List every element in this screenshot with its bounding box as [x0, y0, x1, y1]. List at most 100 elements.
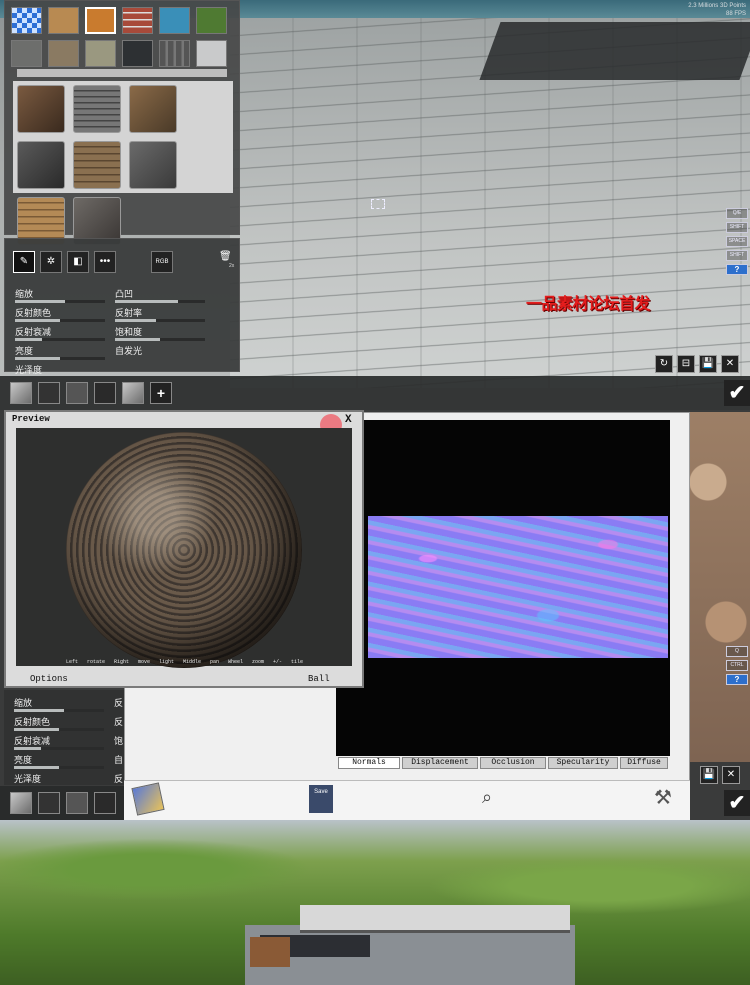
- stone-wall-backdrop: [690, 412, 750, 762]
- reflection-color-slider[interactable]: [15, 319, 105, 322]
- crosshair-icon: [371, 199, 385, 209]
- material-sphere: [66, 432, 302, 668]
- scale-slider[interactable]: [14, 709, 104, 712]
- reflection-color-slider[interactable]: [14, 728, 104, 731]
- hint-key: CTRL: [726, 660, 748, 671]
- material-swatch-orange[interactable]: [85, 7, 116, 34]
- options-button[interactable]: Options: [30, 674, 68, 684]
- param-label: 反射率: [115, 308, 143, 318]
- rgb-button[interactable]: RGB: [151, 251, 173, 273]
- tab-normals[interactable]: Normals: [338, 757, 400, 769]
- hint-key: Q: [726, 646, 748, 657]
- cube-icon[interactable]: [10, 382, 32, 404]
- reflection-falloff-slider[interactable]: [15, 338, 105, 341]
- shape-icon[interactable]: [94, 382, 116, 404]
- param-label: 缩放: [14, 698, 33, 708]
- preview-controls-hint: Left rotate Right move light Middle pan …: [66, 659, 304, 665]
- wave-icon[interactable]: [66, 382, 88, 404]
- material-parameters-panel-partial: 缩放 反射颜色 反射衰减 亮度 光泽度 反 反 饱 自 反: [4, 690, 124, 785]
- open-folder-icon[interactable]: [131, 782, 165, 816]
- viewport-3d-top[interactable]: 2.3 Millions 3D Points 88 FPS Q/E SHIFT …: [0, 0, 750, 410]
- confirm-button[interactable]: ✔: [724, 380, 750, 406]
- material-swatch-gravel[interactable]: [48, 40, 79, 67]
- tab-displacement[interactable]: Displacement: [402, 757, 478, 769]
- material-cube-4[interactable]: [17, 141, 65, 189]
- bump-slider[interactable]: [115, 300, 205, 303]
- wave-icon[interactable]: [66, 792, 88, 814]
- reflectivity-slider[interactable]: [115, 319, 205, 322]
- shortcut-hints: Q/E SHIFT SPACE SHIFT ?: [726, 208, 748, 275]
- material-swatch-grass[interactable]: [196, 7, 227, 34]
- param-label: 光泽度: [15, 365, 43, 375]
- zoom-icon[interactable]: ⌕: [482, 787, 492, 808]
- material-swatch-tile[interactable]: [159, 7, 190, 34]
- tools-icon[interactable]: ⚒: [654, 785, 672, 810]
- param-label: 反: [114, 717, 124, 727]
- material-swatch-stone[interactable]: [85, 40, 116, 67]
- confirm-button[interactable]: ✔: [724, 790, 750, 816]
- scatter-tool-button[interactable]: ✲: [40, 251, 62, 273]
- param-label: 反射颜色: [14, 717, 51, 727]
- param-label: 凸凹: [115, 289, 134, 299]
- material-swatch-checker[interactable]: [11, 7, 42, 34]
- material-swatch-brick[interactable]: [122, 7, 153, 34]
- preview-mode-button[interactable]: Ball: [308, 674, 330, 684]
- box-icon[interactable]: [122, 382, 144, 404]
- brightness-slider[interactable]: [15, 357, 105, 360]
- reflection-falloff-slider[interactable]: [14, 747, 104, 750]
- param-label: 缩放: [15, 289, 34, 299]
- shape-icon[interactable]: [94, 792, 116, 814]
- save-button[interactable]: Save: [309, 785, 333, 813]
- refresh-button[interactable]: ↻: [655, 355, 673, 373]
- material-cube-5[interactable]: [73, 141, 121, 189]
- param-label: 自发光: [115, 346, 143, 356]
- save-icon[interactable]: 💾: [699, 355, 717, 373]
- material-swatch-metal[interactable]: [196, 40, 227, 67]
- preview-title: Preview: [12, 414, 50, 424]
- points-count: 2.3 Millions 3D Points: [688, 3, 746, 9]
- param-label: 光泽度: [14, 774, 42, 784]
- param-label: 反: [114, 698, 124, 708]
- trash-count: 2x: [229, 263, 235, 269]
- material-swatch-dark[interactable]: [122, 40, 153, 67]
- material-cube-2[interactable]: [73, 85, 121, 133]
- tab-specularity[interactable]: Specularity: [548, 757, 618, 769]
- material-cube-1[interactable]: [17, 85, 65, 133]
- hint-key: SHIFT: [726, 222, 748, 233]
- help-button[interactable]: ?: [726, 264, 748, 275]
- material-swatch-panel[interactable]: [159, 40, 190, 67]
- material-parameters-panel: ✎ ✲ ◧ ••• RGB 🗑 2x 缩放 反射颜色 反射衰减 亮度 光泽度 凸…: [4, 238, 240, 375]
- close-button[interactable]: ✕: [722, 766, 740, 784]
- load-button[interactable]: ⊟: [677, 355, 695, 373]
- preview-close-button[interactable]: X: [345, 414, 352, 426]
- tab-diffuse[interactable]: Diffuse: [620, 757, 668, 769]
- saturation-slider[interactable]: [115, 338, 205, 341]
- stats-readout: 2.3 Millions 3D Points 88 FPS: [688, 2, 746, 18]
- tab-occlusion[interactable]: Occlusion: [480, 757, 546, 769]
- more-tools-button[interactable]: •••: [94, 251, 116, 273]
- material-swatch-wood[interactable]: [48, 7, 79, 34]
- glass-icon[interactable]: [38, 792, 60, 814]
- trash-icon[interactable]: 🗑: [219, 251, 232, 262]
- material-cube-6[interactable]: [129, 141, 177, 189]
- material-swatch-concrete[interactable]: [11, 40, 42, 67]
- glass-icon[interactable]: [38, 382, 60, 404]
- material-cube-3[interactable]: [129, 85, 177, 133]
- texture-toolbar: Save ⌕ ⚒: [124, 780, 690, 820]
- material-preview-grid: [13, 81, 233, 245]
- pattern-tool-button[interactable]: ◧: [67, 251, 89, 273]
- add-button[interactable]: +: [150, 382, 172, 404]
- param-label: 反射颜色: [15, 308, 52, 318]
- building-wood-panel: [250, 937, 290, 967]
- cube-icon[interactable]: [10, 792, 32, 814]
- brush-tool-button[interactable]: ✎: [13, 251, 35, 273]
- save-icon[interactable]: 💾: [700, 766, 718, 784]
- watermark-text: 一品素材论坛首发: [526, 296, 651, 313]
- help-button[interactable]: ?: [726, 674, 748, 685]
- mid-action-buttons: 💾 ✕: [700, 766, 740, 784]
- map-tabs: Normals Displacement Occlusion Speculari…: [338, 757, 668, 769]
- close-button[interactable]: ✕: [721, 355, 739, 373]
- scale-slider[interactable]: [15, 300, 105, 303]
- brightness-slider[interactable]: [14, 766, 104, 769]
- category-scrollbar[interactable]: [17, 69, 227, 77]
